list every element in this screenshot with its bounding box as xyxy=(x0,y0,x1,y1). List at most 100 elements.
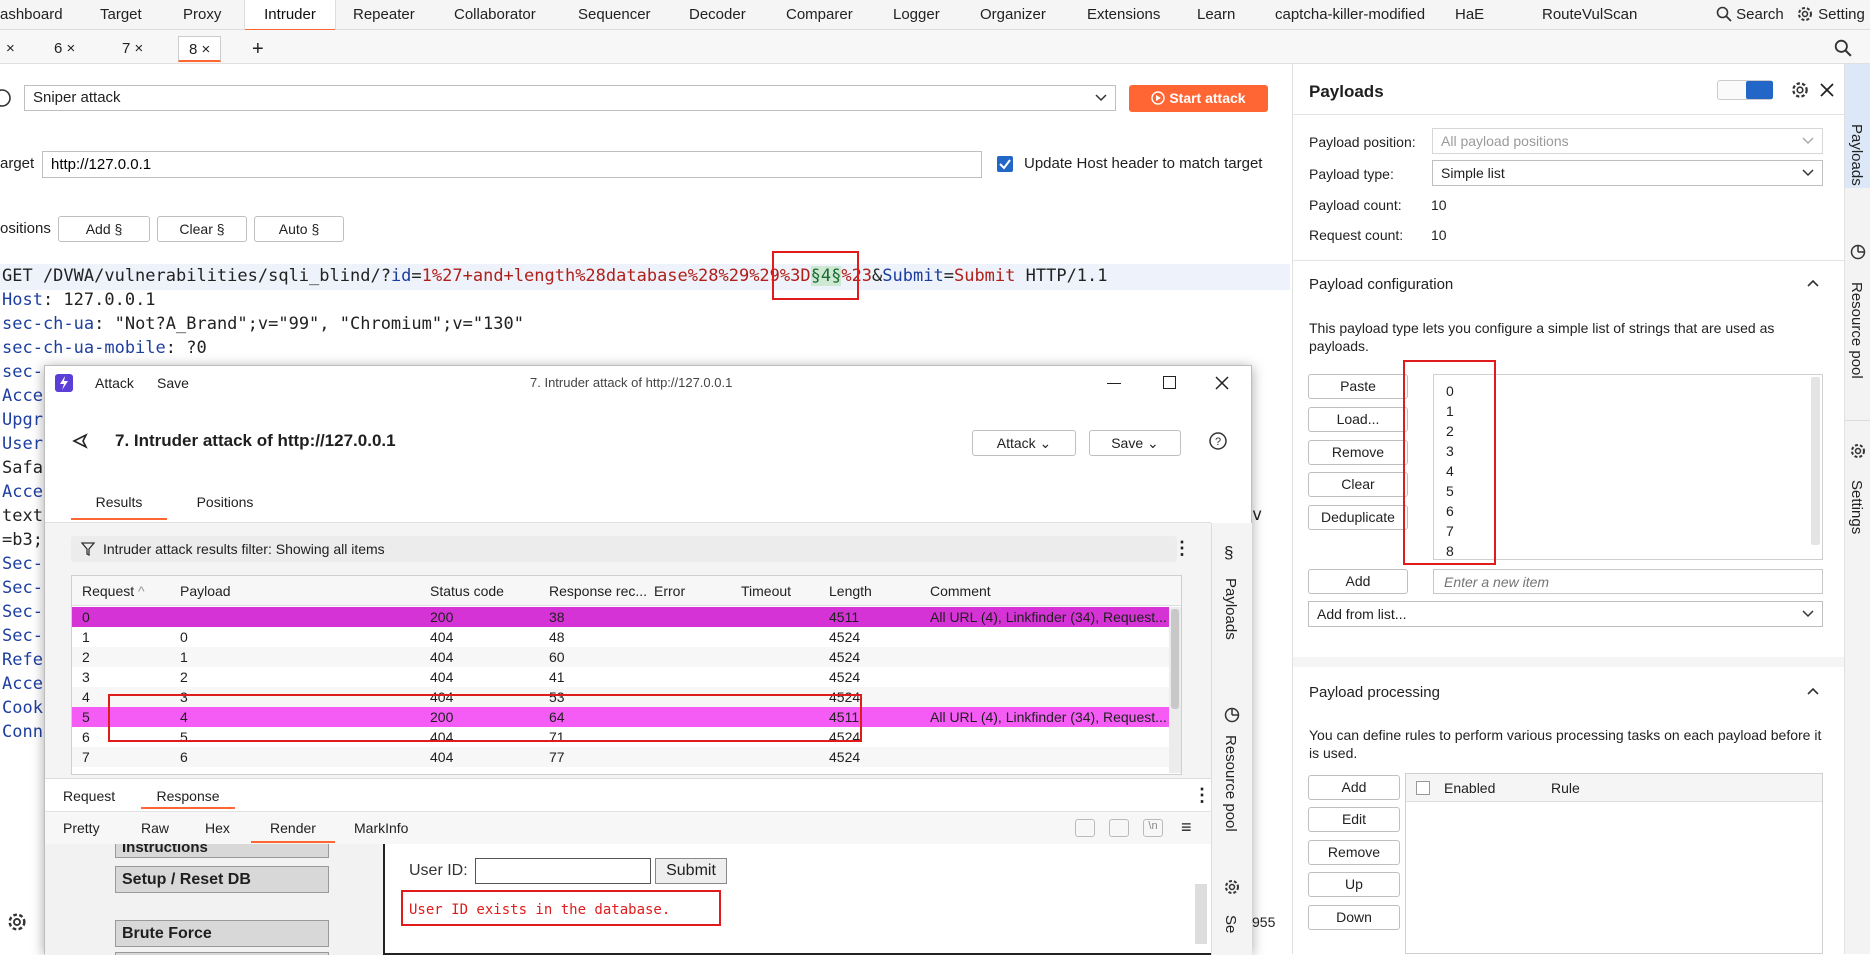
add-from-list-select[interactable]: Add from list... xyxy=(1308,601,1823,627)
add-payload-button[interactable]: Add xyxy=(1308,569,1408,594)
tab-extensions[interactable]: Extensions xyxy=(1087,0,1160,30)
col-comment[interactable]: Comment xyxy=(930,576,991,606)
window-titlebar[interactable]: Attack Save 7. Intruder attack of http:/… xyxy=(45,366,1251,400)
table-row[interactable]: 1 0 404 48 4524 xyxy=(72,627,1181,647)
deduplicate-button[interactable]: Deduplicate xyxy=(1308,505,1408,530)
col-length[interactable]: Length xyxy=(829,576,872,606)
add-marker-button[interactable]: Add § xyxy=(58,216,150,242)
tab-results[interactable]: Results xyxy=(71,494,167,520)
search-icon[interactable] xyxy=(1834,39,1852,57)
side-tab-settings[interactable]: Se xyxy=(1222,915,1239,933)
gear-icon[interactable] xyxy=(1790,80,1810,100)
clear-marker-button[interactable]: Clear § xyxy=(157,216,247,242)
col-error[interactable]: Error xyxy=(654,576,685,606)
view-tab-markinfo[interactable]: MarkInfo xyxy=(354,820,408,836)
subtab-5[interactable]: × xyxy=(0,36,25,62)
dvwa-menu-item[interactable]: Instructions xyxy=(115,844,329,858)
subtab-7[interactable]: 7 × xyxy=(112,36,153,62)
chevron-up-icon[interactable] xyxy=(1806,686,1820,696)
view-tab-hex[interactable]: Hex xyxy=(205,820,230,836)
view-tab-pretty[interactable]: Pretty xyxy=(63,820,100,836)
table-row[interactable]: 0 200 38 4511 All URL (4), Linkfinder (3… xyxy=(72,607,1181,627)
tab-proxy[interactable]: Proxy xyxy=(183,0,221,30)
update-host-checkbox[interactable] xyxy=(997,156,1013,172)
tab-routevulscan[interactable]: RouteVulScan xyxy=(1542,0,1637,30)
tab-positions[interactable]: Positions xyxy=(177,494,273,520)
submit-button[interactable]: Submit xyxy=(655,858,727,884)
remove-rule-button[interactable]: Remove xyxy=(1308,840,1400,865)
col-timeout[interactable]: Timeout xyxy=(741,576,791,606)
results-filter-bar[interactable]: Intruder attack results filter: Showing … xyxy=(71,536,1177,562)
tab-intruder[interactable]: Intruder xyxy=(244,0,336,31)
table-scrollbar[interactable] xyxy=(1169,607,1181,773)
side-tab-payloads[interactable]: Payloads xyxy=(1848,124,1865,186)
dvwa-menu-item[interactable]: Setup / Reset DB xyxy=(115,866,329,893)
close-icon[interactable] xyxy=(1215,376,1229,390)
subtab-6[interactable]: 6 × xyxy=(44,36,85,62)
more-options-icon[interactable]: ⋮ xyxy=(1193,785,1211,806)
clear-button[interactable]: Clear xyxy=(1308,472,1408,497)
side-tab-settings[interactable]: Settings xyxy=(1848,480,1865,534)
side-tab-payloads[interactable]: Payloads xyxy=(1222,578,1239,640)
tab-target[interactable]: Target xyxy=(100,0,142,30)
table-row[interactable]: 2 1 404 60 4524 xyxy=(72,647,1181,667)
gear-icon[interactable] xyxy=(6,911,28,933)
col-request[interactable]: Request ^ xyxy=(82,576,145,606)
wrap-lines-icon[interactable] xyxy=(1109,819,1129,837)
select-all-checkbox[interactable] xyxy=(1416,781,1430,795)
add-tab-button[interactable]: + xyxy=(242,36,274,62)
add-rule-button[interactable]: Add xyxy=(1308,775,1400,800)
tab-comparer[interactable]: Comparer xyxy=(786,0,853,30)
tab-sequencer[interactable]: Sequencer xyxy=(578,0,651,30)
col-response-received[interactable]: Response rec... xyxy=(549,576,647,606)
help-icon[interactable] xyxy=(0,88,12,108)
table-row[interactable]: 3 2 404 41 4524 xyxy=(72,667,1181,687)
menu-attack[interactable]: Attack xyxy=(95,375,134,391)
attack-type-select[interactable]: Sniper attack xyxy=(24,85,1116,111)
tab-organizer[interactable]: Organizer xyxy=(980,0,1046,30)
settings-button[interactable]: Setting xyxy=(1796,0,1865,30)
render-scrollbar[interactable] xyxy=(1195,884,1207,944)
menu-icon[interactable]: ≡ xyxy=(1181,817,1192,838)
view-tab-raw[interactable]: Raw xyxy=(141,820,169,836)
load-button[interactable]: Load... xyxy=(1308,407,1408,432)
attack-menu-button[interactable]: Attack ⌄ xyxy=(972,430,1076,456)
table-row[interactable]: 7 6 404 77 4524 xyxy=(72,747,1181,767)
col-status-code[interactable]: Status code xyxy=(430,576,504,606)
maximize-icon[interactable] xyxy=(1163,376,1176,389)
results-table[interactable]: Request ^ Payload Status code Response r… xyxy=(71,575,1182,775)
auto-marker-button[interactable]: Auto § xyxy=(254,216,344,242)
tab-request[interactable]: Request xyxy=(63,788,115,804)
layout-toggle[interactable] xyxy=(1717,80,1773,100)
tab-response[interactable]: Response xyxy=(141,784,235,809)
list-scrollbar[interactable] xyxy=(1811,377,1820,545)
view-tab-render[interactable]: Render xyxy=(251,815,335,843)
tab-dashboard[interactable]: ashboard xyxy=(0,0,63,30)
more-options-icon[interactable]: ⋮ xyxy=(1173,538,1191,559)
close-icon[interactable] xyxy=(1819,82,1835,98)
tab-hae[interactable]: HaE xyxy=(1455,0,1484,30)
target-input[interactable] xyxy=(42,151,982,178)
search-button[interactable]: Search xyxy=(1716,0,1784,30)
side-tab-resource-pool[interactable]: Resource pool xyxy=(1222,735,1239,832)
payload-type-select[interactable]: Simple list xyxy=(1432,160,1823,186)
subtab-8[interactable]: 8 × xyxy=(178,36,222,62)
request-line[interactable]: GET /DVWA/vulnerabilities/sqli_blind/?id… xyxy=(2,264,1108,288)
remove-button[interactable]: Remove xyxy=(1308,440,1408,465)
minimize-icon[interactable] xyxy=(1107,383,1121,384)
menu-save[interactable]: Save xyxy=(157,375,189,391)
paste-button[interactable]: Paste xyxy=(1308,374,1408,399)
chevron-up-icon[interactable] xyxy=(1806,278,1820,288)
hide-nonprintable-icon[interactable] xyxy=(1075,819,1095,837)
user-id-input[interactable] xyxy=(475,858,651,884)
start-attack-button[interactable]: Start attack xyxy=(1129,85,1268,112)
tab-repeater[interactable]: Repeater xyxy=(353,0,415,30)
side-tab-resource-pool[interactable]: Resource pool xyxy=(1848,282,1865,379)
help-icon[interactable]: ? xyxy=(1208,431,1228,451)
rules-table[interactable]: Enabled Rule xyxy=(1405,773,1823,954)
col-payload[interactable]: Payload xyxy=(180,576,231,606)
edit-rule-button[interactable]: Edit xyxy=(1308,807,1400,832)
new-item-input[interactable] xyxy=(1433,569,1823,594)
scrollbar-thumb[interactable] xyxy=(1171,609,1179,709)
tab-learn[interactable]: Learn xyxy=(1197,0,1235,30)
